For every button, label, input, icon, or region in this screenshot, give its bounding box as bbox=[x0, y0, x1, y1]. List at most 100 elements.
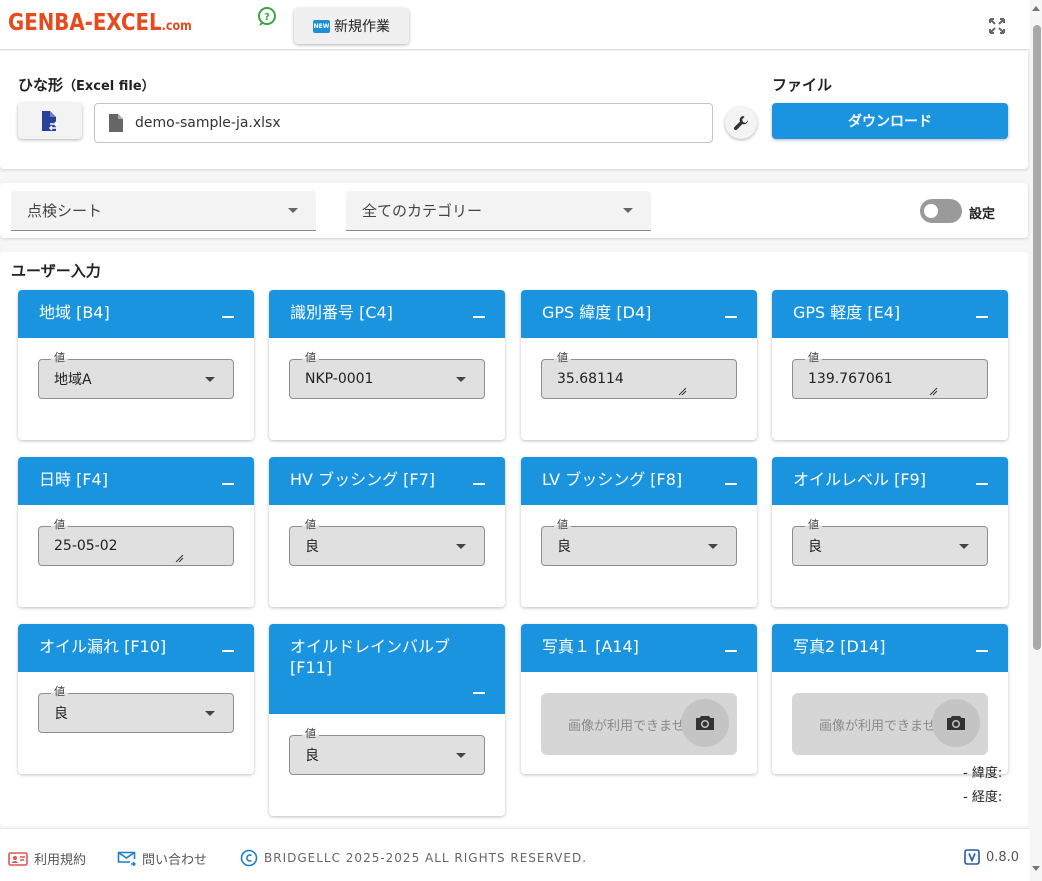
value-textarea[interactable]: 値 35.68114 bbox=[541, 351, 737, 399]
download-button[interactable]: ダウンロード bbox=[772, 103, 1008, 139]
filter-bar: 点検シート 全てのカテゴリー bbox=[0, 183, 1028, 238]
card-title: 写真１ [A14] bbox=[542, 637, 639, 656]
new-work-button[interactable]: NEW 新規作業 bbox=[294, 8, 409, 44]
field-value: 地域A bbox=[54, 372, 92, 388]
collapse-icon[interactable] bbox=[725, 650, 737, 652]
field-value: 35.68114 bbox=[557, 371, 624, 387]
card-title: 写真2 [D14] bbox=[793, 637, 886, 656]
value-textarea[interactable]: 値 25-05-02 bbox=[38, 518, 234, 566]
wrench-icon bbox=[733, 116, 748, 131]
category-select[interactable]: 全てのカテゴリー bbox=[346, 191, 651, 231]
resize-grip-icon[interactable] bbox=[175, 554, 184, 563]
field-label: 値 bbox=[302, 727, 319, 741]
field-value: 良 bbox=[305, 748, 319, 764]
chevron-down-icon bbox=[288, 208, 298, 213]
card-header: 写真１ [A14] bbox=[521, 624, 757, 672]
top-bar: GENBA-EXCEL.com ? NEW 新規作業 bbox=[0, 0, 1030, 50]
card-header: オイルドレインバルブ [F11] bbox=[269, 624, 505, 714]
chevron-down-icon bbox=[456, 377, 466, 382]
latitude-label: - 緯度: bbox=[963, 766, 1003, 781]
collapse-icon[interactable] bbox=[473, 692, 485, 694]
file-swap-icon bbox=[42, 111, 59, 131]
collapse-icon[interactable] bbox=[976, 483, 988, 485]
value-select[interactable]: 値 良 bbox=[289, 727, 485, 775]
section-title: ユーザー入力 bbox=[11, 262, 101, 280]
card-header: 地域 [B4] bbox=[18, 290, 254, 338]
collapse-icon[interactable] bbox=[976, 650, 988, 652]
scroll-up-icon[interactable] bbox=[1032, 6, 1040, 11]
value-select[interactable]: 値 NKP-0001 bbox=[289, 351, 485, 399]
value-select[interactable]: 値 良 bbox=[289, 518, 485, 566]
app-root: GENBA-EXCEL.com ? NEW 新規作業 ひな形（Excel fil… bbox=[0, 0, 1042, 881]
collapse-icon[interactable] bbox=[725, 316, 737, 318]
new-work-label: 新規作業 bbox=[334, 19, 390, 35]
logo-text: GENBA-EXCEL.com bbox=[8, 10, 192, 36]
field-label: 値 bbox=[51, 518, 68, 532]
resize-grip-icon[interactable] bbox=[678, 387, 687, 396]
template-file-field[interactable]: demo-sample-ja.xlsx bbox=[94, 103, 713, 143]
footer: 利用規約 問い合わせ BRIDGELLC 2025-2025 ALL RIGHT… bbox=[0, 828, 1030, 881]
collapse-icon[interactable] bbox=[222, 483, 234, 485]
camera-icon bbox=[696, 716, 714, 730]
card-header: HV ブッシング [F7] bbox=[269, 457, 505, 505]
field-value: 25-05-02 bbox=[54, 538, 118, 554]
template-settings-button[interactable] bbox=[725, 107, 757, 139]
scrollbar[interactable] bbox=[1030, 0, 1042, 881]
card-title: オイルドレインバルブ [F11] bbox=[290, 637, 451, 677]
category-select-value: 全てのカテゴリー bbox=[362, 202, 483, 220]
contact-link[interactable]: 問い合わせ bbox=[117, 849, 207, 868]
logo[interactable]: GENBA-EXCEL.com ? bbox=[8, 7, 276, 43]
card-title: GPS 緯度 [D4] bbox=[542, 303, 652, 322]
contact-label: 問い合わせ bbox=[142, 853, 208, 868]
file-label: ファイル bbox=[772, 76, 833, 94]
copyright-icon bbox=[240, 849, 258, 867]
card-header: 日時 [F4] bbox=[18, 457, 254, 505]
collapse-icon[interactable] bbox=[473, 483, 485, 485]
chevron-down-icon bbox=[205, 711, 215, 716]
resize-grip-icon[interactable] bbox=[929, 387, 938, 396]
value-select[interactable]: 値 良 bbox=[792, 518, 988, 566]
collapse-icon[interactable] bbox=[473, 316, 485, 318]
id-card-icon bbox=[8, 851, 28, 866]
collapse-icon[interactable] bbox=[222, 316, 234, 318]
field-value: NKP-0001 bbox=[305, 371, 374, 387]
settings-toggle[interactable] bbox=[920, 199, 962, 223]
collapse-icon[interactable] bbox=[222, 650, 234, 652]
collapse-icon[interactable] bbox=[976, 316, 988, 318]
fullscreen-icon[interactable] bbox=[988, 17, 1006, 35]
photo-card: 写真１ [A14] 画像が利用できません bbox=[521, 624, 757, 774]
field-label: 値 bbox=[805, 518, 822, 532]
version-icon bbox=[964, 849, 980, 865]
value-select[interactable]: 値 良 bbox=[541, 518, 737, 566]
photo-placeholder-text: 画像が利用できません bbox=[568, 718, 698, 734]
chevron-down-icon bbox=[623, 208, 633, 213]
sheet-select[interactable]: 点検シート bbox=[11, 191, 316, 231]
input-card: GPS 軽度 [E4] 値 139.767061 bbox=[772, 290, 1008, 440]
card-header: オイルレベル [F9] bbox=[772, 457, 1008, 505]
terms-label: 利用規約 bbox=[34, 853, 87, 868]
version-text: 0.8.0 bbox=[986, 849, 1020, 865]
swap-template-button[interactable] bbox=[18, 103, 82, 139]
camera-button[interactable] bbox=[681, 699, 729, 747]
photo-placeholder-text: 画像が利用できません bbox=[819, 718, 949, 734]
scroll-thumb[interactable] bbox=[1033, 25, 1041, 650]
value-select[interactable]: 値 地域A bbox=[38, 351, 234, 399]
camera-button[interactable] bbox=[932, 699, 980, 747]
input-card: 日時 [F4] 値 25-05-02 bbox=[18, 457, 254, 607]
field-label: 値 bbox=[554, 518, 571, 532]
scroll-down-icon[interactable] bbox=[1032, 866, 1040, 871]
input-card: 地域 [B4] 値 地域A bbox=[18, 290, 254, 440]
input-card: 識別番号 [C4] 値 NKP-0001 bbox=[269, 290, 505, 440]
collapse-icon[interactable] bbox=[725, 483, 737, 485]
photo-card: 写真2 [D14] 画像が利用できません bbox=[772, 624, 1008, 774]
field-label: 値 bbox=[302, 351, 319, 365]
value-textarea[interactable]: 値 139.767061 bbox=[792, 351, 988, 399]
field-label: 値 bbox=[554, 351, 571, 365]
terms-link[interactable]: 利用規約 bbox=[8, 849, 86, 868]
value-select[interactable]: 値 良 bbox=[38, 685, 234, 733]
field-label: 値 bbox=[805, 351, 822, 365]
card-title: 日時 [F4] bbox=[39, 470, 108, 489]
card-header: LV ブッシング [F8] bbox=[521, 457, 757, 505]
chevron-down-icon bbox=[205, 377, 215, 382]
card-header: 識別番号 [C4] bbox=[269, 290, 505, 338]
